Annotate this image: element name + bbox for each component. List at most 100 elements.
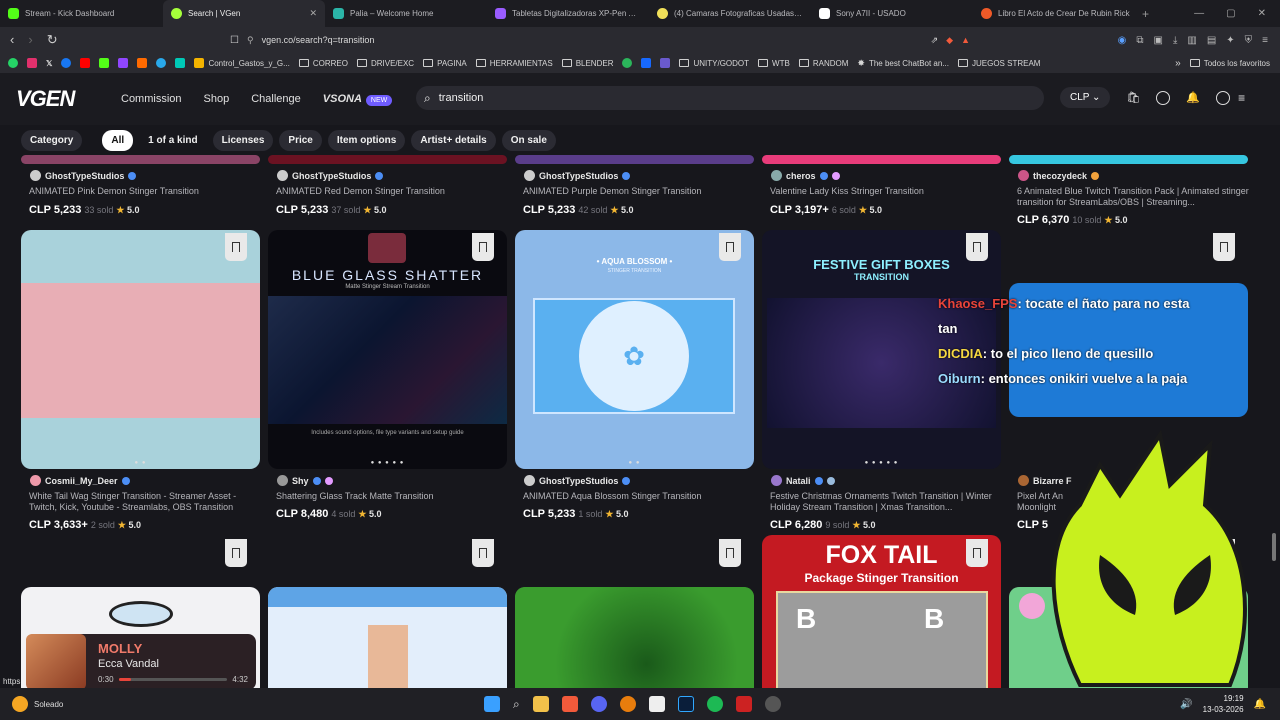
bookmark-unity[interactable]: UNITY/GODOT	[679, 59, 749, 68]
file-explorer-icon[interactable]	[532, 696, 549, 712]
notion-icon[interactable]	[648, 696, 665, 712]
tab-sony[interactable]: Sony A7II - USADO	[811, 0, 973, 27]
extensions-icon[interactable]: ⧉	[1136, 35, 1143, 46]
seller-name[interactable]: Shy	[277, 475, 333, 486]
seller-name[interactable]: GhostTypeStudios	[524, 170, 631, 181]
menu-icon[interactable]: ≡	[1262, 35, 1268, 46]
filter-all[interactable]: All	[102, 129, 134, 151]
seller-name[interactable]: Cosmii_My_Deer	[30, 475, 130, 486]
windows-start-icon[interactable]	[484, 696, 500, 712]
notifications-icon[interactable]: 🔔	[1186, 91, 1200, 104]
screenshot-icon[interactable]: ▣	[1153, 35, 1162, 46]
forward-icon[interactable]: ›	[28, 32, 32, 48]
behance-icon[interactable]	[641, 58, 652, 68]
site-info-icon[interactable]: ⚲	[247, 35, 254, 46]
reload-icon[interactable]: ↻	[47, 32, 58, 48]
product-title[interactable]: ANIMATED Aqua Blossom Stinger Transition	[523, 491, 755, 502]
save-button[interactable]	[225, 539, 247, 567]
save-button[interactable]	[472, 539, 494, 567]
brave-shield-icon[interactable]: ◆	[946, 35, 953, 46]
sidebar-icon[interactable]: ▥	[1187, 35, 1196, 46]
facebook-icon[interactable]	[61, 58, 72, 68]
filter-artist-details[interactable]: Artist+ details	[411, 129, 496, 151]
product-thumb[interactable]	[268, 587, 507, 688]
nav-shop[interactable]: Shop	[204, 93, 230, 105]
messages-icon[interactable]	[1156, 90, 1171, 105]
bookmark-icon[interactable]: ☐	[230, 35, 239, 46]
bookmark-purple-icon[interactable]	[660, 58, 671, 68]
tab-palia[interactable]: Palia – Welcome Home	[325, 0, 487, 27]
bookmark-herramientas[interactable]: HERRAMIENTAS	[475, 59, 553, 68]
product-thumb[interactable]	[515, 587, 754, 688]
filter-item-options[interactable]: Item options	[327, 129, 406, 151]
weather-widget[interactable]: Soleado	[12, 696, 63, 712]
share-icon[interactable]: ⇗	[931, 35, 939, 46]
vpn-icon[interactable]: ⛨	[1245, 35, 1253, 46]
save-button[interactable]	[966, 233, 988, 261]
product-title[interactable]: ANIMATED Pink Demon Stinger Transition	[29, 186, 261, 197]
minimize-icon[interactable]: —	[1194, 8, 1204, 19]
filter-on-sale[interactable]: On sale	[501, 129, 556, 151]
filter-price[interactable]: Price	[279, 129, 322, 151]
notification-center-icon[interactable]: 🔔	[1254, 699, 1266, 710]
seller-name[interactable]: Natali	[771, 475, 835, 486]
filter-category[interactable]: Category	[21, 129, 83, 151]
bookmark-orange-icon[interactable]	[137, 58, 148, 68]
tab-camaras[interactable]: (4) Camaras Fotograficas Usadas | M	[649, 0, 811, 27]
bookmark-correo[interactable]: CORREO	[298, 59, 348, 68]
vgen-logo[interactable]: VGEN	[16, 86, 106, 112]
seller-name[interactable]: GhostTypeStudios	[30, 170, 137, 181]
scrollbar-thumb[interactable]	[1272, 533, 1276, 561]
menu-icon[interactable]: ≡	[1238, 91, 1245, 105]
leo-icon[interactable]: ✦	[1226, 35, 1234, 46]
photoshop-icon[interactable]	[677, 696, 694, 712]
filter-licenses[interactable]: Licenses	[212, 129, 274, 151]
app-red-icon[interactable]	[735, 696, 752, 712]
product-thumb[interactable]	[515, 155, 754, 164]
bookmark-blender[interactable]: BLENDER	[561, 59, 613, 68]
product-title[interactable]: Valentine Lady Kiss Stringer Transition	[770, 186, 1002, 197]
save-button[interactable]	[966, 539, 988, 567]
back-icon[interactable]: ‹	[10, 32, 14, 48]
product-title[interactable]: White Tail Wag Stinger Transition - Stre…	[29, 491, 261, 513]
bookmark-chatbot[interactable]: ✸ The best ChatBot an...	[857, 58, 949, 69]
save-button[interactable]	[472, 233, 494, 261]
bookmark-drive[interactable]: DRIVE/EXC	[356, 59, 414, 68]
bookmark-control-gastos[interactable]: Control_Gastos_y_G...	[194, 58, 290, 68]
download-icon[interactable]: ⤓	[1173, 35, 1177, 46]
product-thumb[interactable]	[762, 155, 1001, 164]
tab-libro[interactable]: Libro El Acto de Crear De Rubin Rick	[973, 0, 1138, 27]
bookmark-random[interactable]: RANDOM	[798, 59, 848, 68]
bookmark-wtb[interactable]: WTB	[758, 59, 790, 68]
obs-icon[interactable]	[764, 696, 781, 712]
product-thumb[interactable]: ● ●	[21, 230, 260, 469]
cart-icon[interactable]: 🛍	[1126, 91, 1140, 104]
tab-xppen[interactable]: Tabletas Digitalizadoras XP-Pen Artis	[487, 0, 649, 27]
close-tab-icon[interactable]: ✕	[309, 8, 317, 19]
search-icon[interactable]: ⌕	[513, 697, 520, 712]
wallet-icon[interactable]: ▤	[1207, 35, 1216, 46]
bookmark-all[interactable]: Todos los favoritos	[1189, 59, 1270, 68]
seller-name[interactable]: GhostTypeStudios	[524, 475, 631, 486]
seller-name[interactable]: thecozydeck	[1018, 170, 1100, 181]
bookmark-teal-icon[interactable]	[175, 58, 186, 68]
nav-challenge[interactable]: Challenge	[251, 93, 301, 105]
twitch-icon[interactable]	[118, 58, 129, 68]
bookmark-juegos[interactable]: JUEGOS STREAM	[957, 59, 1040, 68]
product-title[interactable]: Festive Christmas Ornaments Twitch Trans…	[770, 491, 1002, 513]
spotify-icon[interactable]	[706, 696, 723, 712]
seller-name[interactable]: GhostTypeStudios	[277, 170, 384, 181]
maximize-icon[interactable]: ▢	[1226, 8, 1235, 19]
product-thumb[interactable]	[21, 155, 260, 164]
new-tab-icon[interactable]: +	[1142, 7, 1149, 21]
seller-name[interactable]: cheros	[771, 170, 840, 181]
save-button[interactable]	[719, 539, 741, 567]
whatsapp-icon[interactable]	[8, 58, 18, 68]
bookmark-pagina[interactable]: PAGINA	[423, 59, 467, 68]
x-icon[interactable]: 𝕏	[46, 59, 52, 68]
brave-icon[interactable]	[561, 696, 578, 712]
product-title[interactable]: Shattering Glass Track Matte Transition	[276, 491, 508, 502]
more-bookmarks-icon[interactable]: »	[1175, 58, 1181, 69]
product-title[interactable]: 6 Animated Blue Twitch Transition Pack |…	[1017, 186, 1249, 208]
tab-vgen[interactable]: Search | VGen ✕	[163, 0, 325, 27]
